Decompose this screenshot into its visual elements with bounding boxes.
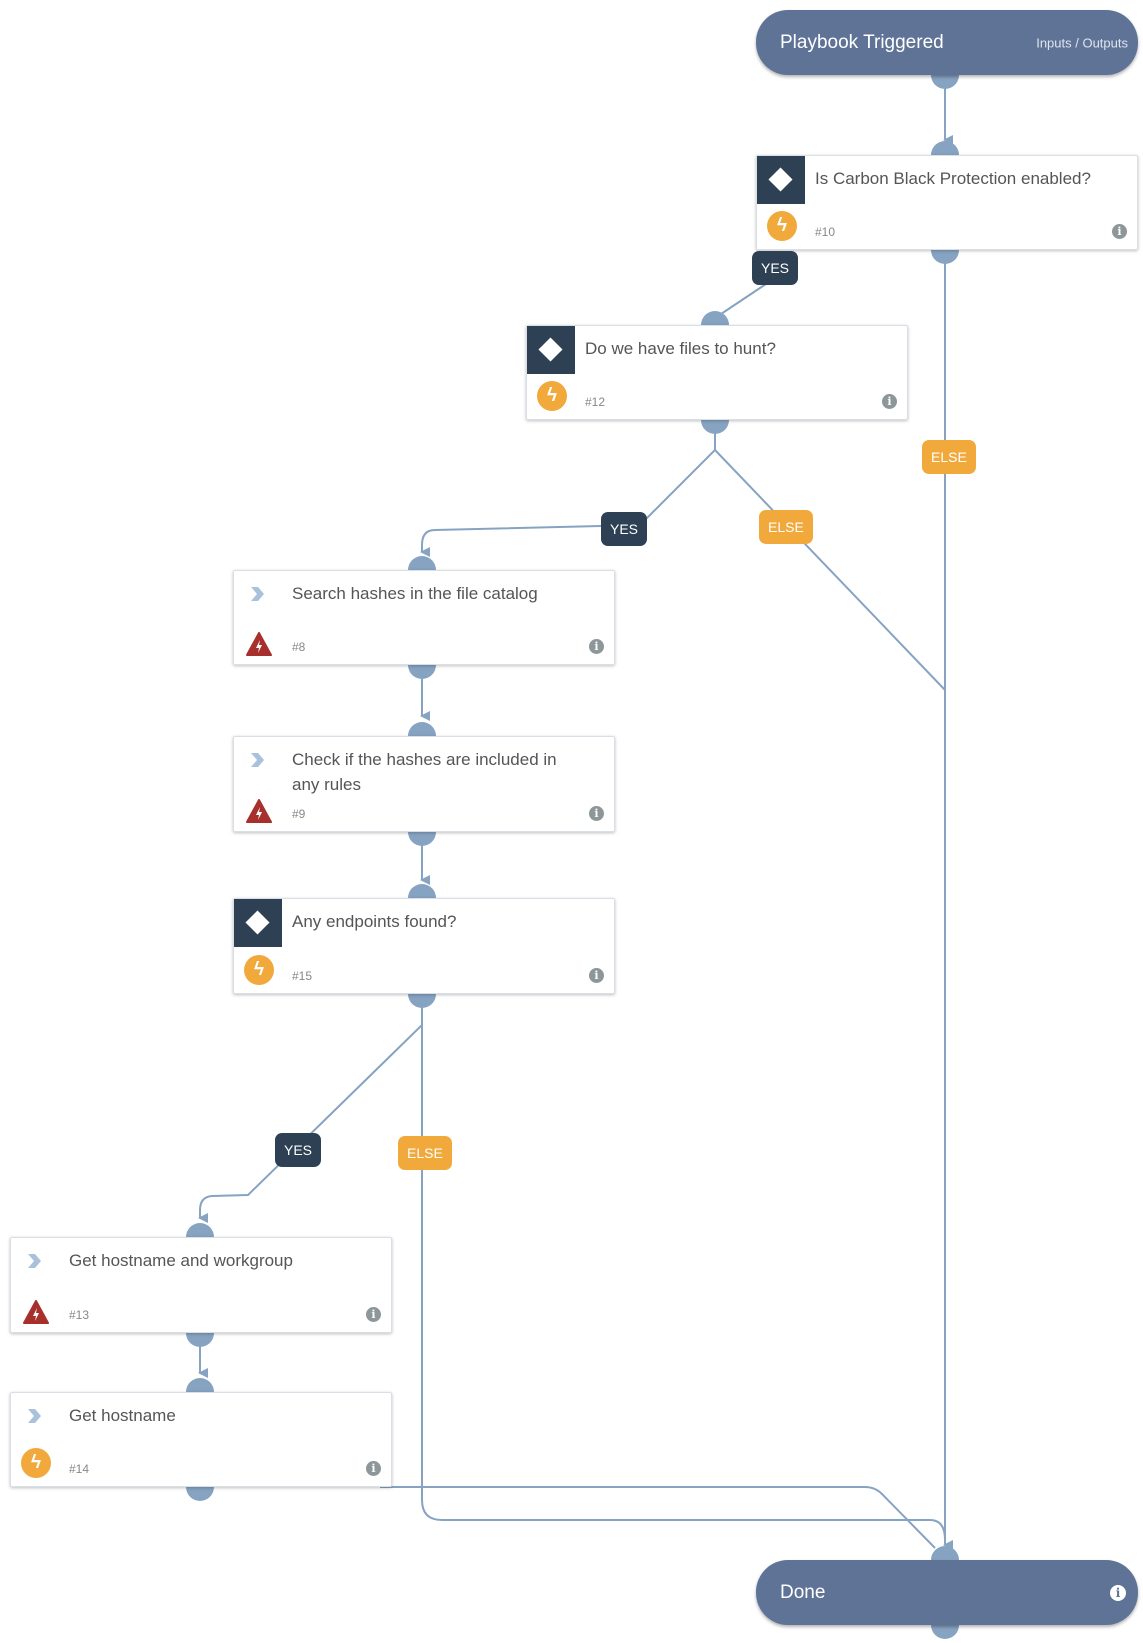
port <box>408 722 436 736</box>
else-badge-10[interactable]: ELSE <box>922 440 976 474</box>
task-number: #8 <box>292 640 306 654</box>
warning-icon <box>23 1300 49 1324</box>
task-title: Get hostname <box>69 1406 176 1425</box>
end-title: Done <box>780 1581 826 1603</box>
edge-15-else-to-done <box>421 1025 946 1541</box>
info-icon[interactable]: i <box>1110 1584 1126 1601</box>
condition-icon <box>234 899 282 947</box>
port <box>701 420 729 434</box>
task-title: Get hostname and workgroup <box>69 1251 293 1270</box>
edge-15-yes-to-13 <box>198 1000 423 1223</box>
bolt-icon: ϟ <box>767 211 797 241</box>
condition-icon <box>527 326 575 374</box>
port <box>931 250 959 264</box>
info-icon[interactable]: i <box>589 639 604 654</box>
port <box>408 556 436 570</box>
task-title: Check if the hashes are included in any … <box>292 750 557 794</box>
task-number: #12 <box>585 395 606 409</box>
port <box>931 75 959 89</box>
edge-10-yes-to-12 <box>714 279 773 319</box>
port <box>186 1487 214 1501</box>
else-badge-15[interactable]: ELSE <box>398 1136 452 1170</box>
warning-icon <box>246 632 272 656</box>
port <box>408 665 436 679</box>
inputs-outputs-link[interactable]: Inputs / Outputs <box>1036 35 1128 50</box>
port <box>931 1546 959 1560</box>
info-icon[interactable]: i <box>366 1307 381 1322</box>
chevron-right-icon <box>28 1409 41 1423</box>
yes-badge-15[interactable]: YES <box>275 1133 322 1167</box>
task-node-10[interactable]: Is Carbon Black Protection enabled? ϟ #1… <box>756 155 1138 250</box>
info-icon[interactable]: i <box>882 394 897 409</box>
info-icon[interactable]: i <box>589 968 604 983</box>
task-node-13[interactable]: Get hostname and workgroup #13 i <box>10 1237 392 1333</box>
port <box>931 141 959 155</box>
chevron-right-icon <box>251 587 264 601</box>
info-icon[interactable]: i <box>589 806 604 821</box>
playbook-triggered-node[interactable]: Playbook Triggered Inputs / Outputs <box>756 10 1138 75</box>
port <box>186 1378 214 1392</box>
task-node-12[interactable]: Do we have files to hunt? ϟ #12 i <box>526 325 908 420</box>
task-node-9[interactable]: Check if the hashes are included in any … <box>233 736 615 832</box>
task-node-8[interactable]: Search hashes in the file catalog #8 i <box>233 570 615 665</box>
task-title: Do we have files to hunt? <box>585 339 776 358</box>
task-title: Is Carbon Black Protection enabled? <box>815 169 1091 188</box>
port <box>186 1333 214 1347</box>
task-node-15[interactable]: Any endpoints found? ϟ #15 i <box>233 898 615 994</box>
port <box>408 832 436 846</box>
bolt-icon: ϟ <box>244 955 274 985</box>
task-number: #15 <box>292 969 313 983</box>
else-badge-12[interactable]: ELSE <box>759 510 813 544</box>
chevron-right-icon <box>28 1254 41 1268</box>
task-node-14[interactable]: Get hostname ϟ #14 i <box>10 1392 392 1487</box>
task-number: #13 <box>69 1308 90 1322</box>
edge-12-yes-to-8 <box>420 425 716 557</box>
start-title: Playbook Triggered <box>780 31 944 53</box>
yes-badge-10[interactable]: YES <box>752 251 799 285</box>
bolt-icon: ϟ <box>21 1448 51 1478</box>
edge-14-to-done <box>380 1486 936 1549</box>
task-number: #10 <box>815 225 836 239</box>
task-number: #9 <box>292 807 306 821</box>
condition-icon <box>757 156 805 204</box>
port <box>701 311 729 325</box>
edge-12-else-to-done <box>714 449 946 691</box>
task-title: Any endpoints found? <box>292 912 457 931</box>
port <box>408 994 436 1008</box>
chevron-right-icon <box>251 753 264 767</box>
port <box>186 1223 214 1237</box>
bolt-icon: ϟ <box>537 381 567 411</box>
port <box>408 884 436 898</box>
done-node[interactable]: Done i <box>756 1560 1138 1625</box>
yes-badge-12[interactable]: YES <box>601 512 648 546</box>
port <box>931 1625 959 1639</box>
task-title: Search hashes in the file catalog <box>292 584 538 603</box>
info-icon[interactable]: i <box>366 1461 381 1476</box>
task-number: #14 <box>69 1462 90 1476</box>
warning-icon <box>246 799 272 823</box>
info-icon[interactable]: i <box>1112 224 1127 239</box>
